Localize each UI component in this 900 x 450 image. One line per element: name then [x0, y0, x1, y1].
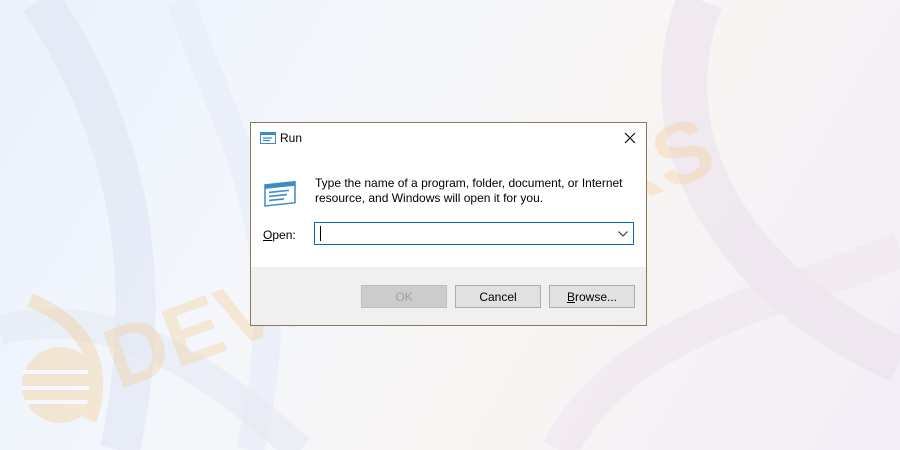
open-dropdown-button[interactable]: [613, 223, 633, 244]
title-bar[interactable]: Run: [251, 123, 646, 153]
browse-label-text: rowse...: [575, 289, 618, 304]
open-combobox[interactable]: [314, 222, 634, 245]
button-bar: OK Cancel Browse...: [251, 267, 646, 325]
open-label-text: pen:: [272, 228, 296, 242]
window-title: Run: [280, 131, 303, 145]
run-program-icon: [264, 180, 296, 207]
chevron-down-icon: [618, 230, 628, 237]
open-label: Open:: [263, 228, 296, 242]
run-dialog: Run Type the name of a program, folder, …: [250, 122, 647, 326]
ok-button[interactable]: OK: [361, 285, 447, 308]
cancel-button[interactable]: Cancel: [455, 285, 541, 308]
browse-button[interactable]: Browse...: [549, 285, 635, 308]
close-button[interactable]: [614, 123, 646, 153]
dialog-description: Type the name of a program, folder, docu…: [315, 176, 623, 205]
browse-access-key: B: [566, 289, 575, 304]
close-icon: [624, 132, 636, 144]
open-input[interactable]: [315, 223, 614, 244]
ok-button-label: OK: [395, 289, 413, 304]
browse-button-label: Browse...: [567, 290, 617, 304]
text-cursor: [320, 226, 321, 241]
open-label-access-key: O: [263, 228, 273, 242]
run-icon: [260, 132, 276, 144]
cancel-button-label: Cancel: [479, 289, 517, 304]
